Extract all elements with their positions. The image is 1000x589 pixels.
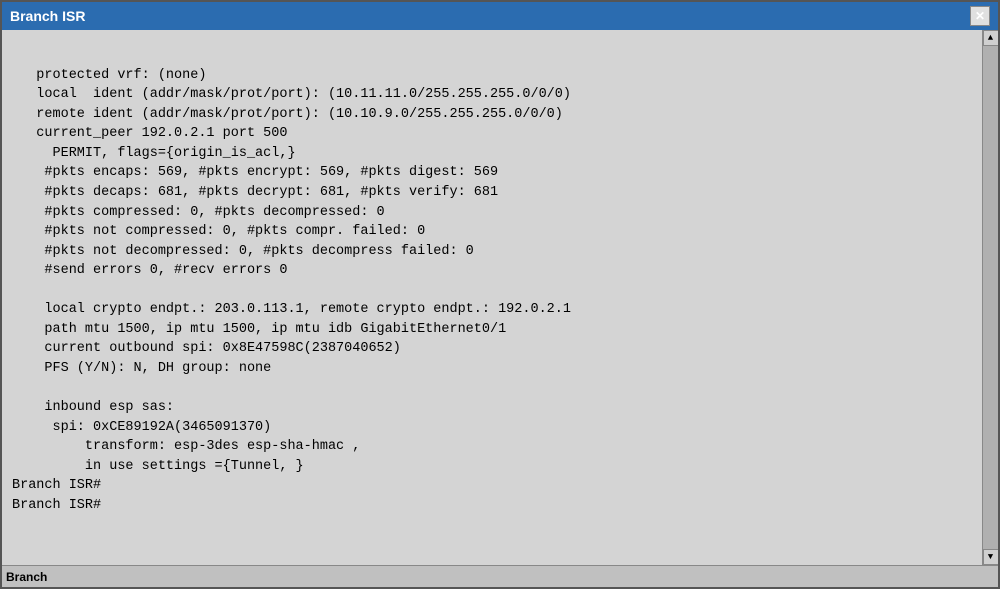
scrollbar-track[interactable] bbox=[983, 46, 998, 549]
main-window: Branch ISR ✕ protected vrf: (none) local… bbox=[0, 0, 1000, 589]
scroll-down-button[interactable]: ▼ bbox=[983, 549, 999, 565]
status-bar: Branch bbox=[2, 565, 998, 587]
window-title: Branch ISR bbox=[10, 8, 85, 24]
title-bar: Branch ISR ✕ bbox=[2, 2, 998, 30]
close-button[interactable]: ✕ bbox=[970, 6, 990, 26]
scroll-up-button[interactable]: ▲ bbox=[983, 30, 999, 46]
title-bar-controls: ✕ bbox=[970, 6, 990, 26]
status-bar-text: Branch bbox=[6, 570, 47, 584]
terminal-output[interactable]: protected vrf: (none) local ident (addr/… bbox=[2, 30, 982, 565]
scrollbar: ▲ ▼ bbox=[982, 30, 998, 565]
content-area: protected vrf: (none) local ident (addr/… bbox=[2, 30, 998, 565]
